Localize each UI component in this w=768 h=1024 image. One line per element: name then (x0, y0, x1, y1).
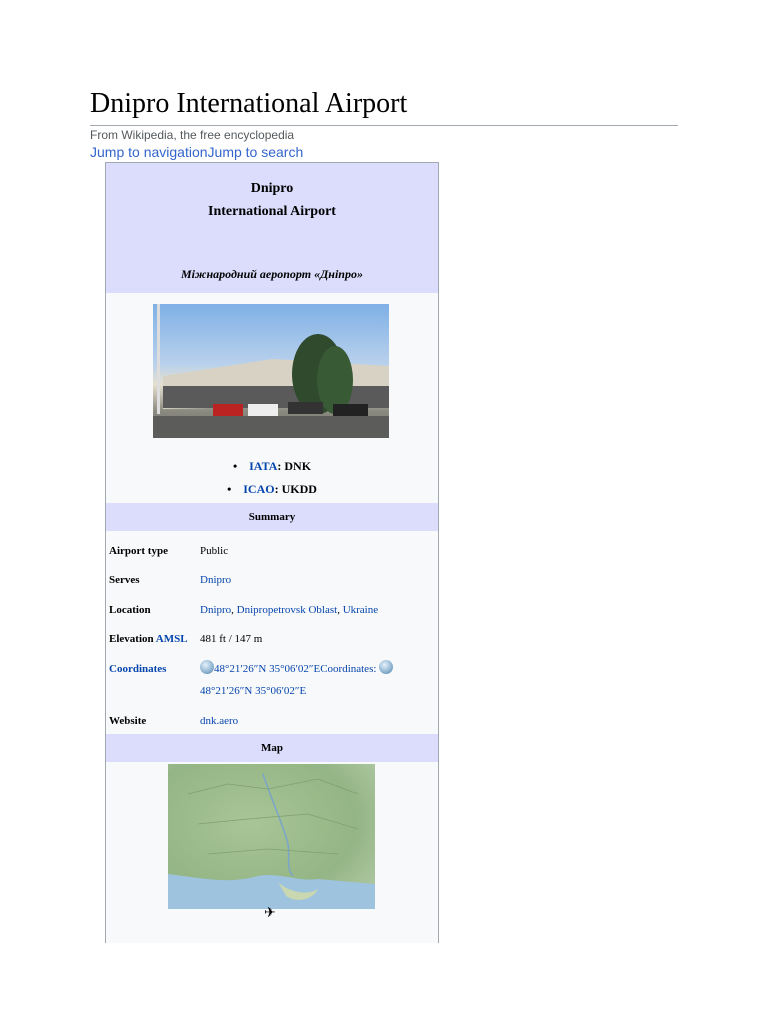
page-title: Dnipro International Airport (90, 88, 408, 119)
icao-value: : UKDD (274, 482, 317, 496)
website-link[interactable]: dnk.aero (200, 710, 436, 732)
iata-value: : DNK (277, 459, 312, 473)
map-graphic (168, 773, 375, 909)
dnipro-link[interactable]: Dnipro (200, 604, 231, 616)
airport-photo-graphic (153, 304, 389, 438)
ukraine-link[interactable]: Ukraine (343, 604, 378, 616)
airport-name-line1: Dnipro (250, 181, 294, 196)
globe-icon[interactable] (200, 660, 214, 674)
native-name: Міжнародний аеропорт «Дніпро» (181, 267, 363, 281)
iata-link[interactable]: IATA (249, 459, 277, 473)
elevation-label: Elevation (109, 633, 154, 645)
infobox-header: Dnipro International Airport Міжнародний… (106, 163, 438, 293)
amsl-link[interactable]: AMSL (156, 633, 188, 645)
coordinates-link[interactable]: Coordinates (109, 663, 166, 675)
row-value: Public (200, 545, 229, 557)
row-key: Location (109, 604, 151, 616)
row-key: Website (109, 715, 147, 727)
title-divider (90, 125, 678, 126)
infobox: Dnipro International Airport Міжнародний… (105, 162, 439, 943)
row-key: Serves (109, 574, 140, 586)
iata-code: • IATA: DNK (232, 459, 312, 473)
icao-link[interactable]: ICAO (243, 482, 274, 496)
globe-icon[interactable] (379, 660, 394, 674)
row-value: 481 ft / 147 m (200, 633, 263, 645)
map-header: Map (106, 734, 438, 762)
coordinates-prefix: Coordinates: (320, 663, 380, 675)
coordinates-value-link[interactable]: 48°21′26″N 35°06′02″E (214, 663, 320, 675)
serves-link[interactable]: Dnipro (200, 569, 436, 591)
airport-name-line2: International Airport (208, 204, 336, 219)
row-value: 48°21′26″N 35°06′02″ECoordinates: 48°21′… (200, 658, 436, 702)
jump-to-navigation-link[interactable]: Jump to navigation (90, 144, 208, 160)
tagline: From Wikipedia, the free encyclopedia (90, 128, 295, 142)
oblast-link[interactable]: Dnipropetrovsk Oblast (237, 604, 338, 616)
jump-links: Jump to navigationJump to search (90, 144, 303, 160)
coordinates-value-link[interactable]: 48°21′26″N 35°06′02″E (200, 685, 306, 697)
row-value: Dnipro, Dnipropetrovsk Oblast, Ukraine (200, 599, 436, 621)
icao-code: • ICAO: UKDD (227, 482, 317, 496)
airport-photo[interactable] (153, 304, 389, 438)
row-key: Elevation AMSL (109, 633, 188, 645)
jump-to-search-link[interactable]: Jump to search (208, 144, 304, 160)
row-key: Airport type (109, 545, 168, 557)
airport-marker-icon: ✈ (264, 906, 276, 921)
summary-header: Summary (106, 503, 438, 531)
location-map[interactable] (168, 764, 375, 909)
